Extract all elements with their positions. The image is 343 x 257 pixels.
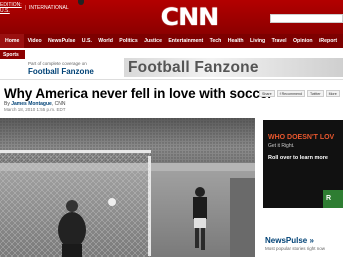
nav-item-home[interactable]: Home <box>0 34 25 48</box>
nav-item-us[interactable]: U.S. <box>79 34 95 48</box>
more-share-button[interactable]: More <box>325 90 340 97</box>
nav-item-politics[interactable]: Politics <box>116 34 141 48</box>
nav-item-newspulse[interactable]: NewsPulse <box>45 34 79 48</box>
advertisement[interactable]: WHO DOESN'T LOV Get it Right. Roll over … <box>263 120 343 208</box>
nav-item-video[interactable]: Video <box>24 34 44 48</box>
article-headline: Why America never fell in love with socc… <box>4 86 273 101</box>
edition-selector: EDITION: U.S. | INTERNATIONAL <box>0 2 69 14</box>
ad-subline: Get it Right. <box>268 143 295 149</box>
top-header: EDITION: U.S. | INTERNATIONAL CNN <box>0 0 343 34</box>
ad-badge-text: R <box>326 195 332 202</box>
recommend-button[interactable]: f Recommend <box>276 90 305 97</box>
edition-us-link[interactable]: EDITION: U.S. <box>0 2 22 14</box>
nav-item-tech[interactable]: Tech <box>206 34 224 48</box>
ad-headline: WHO DOESN'T LOV <box>268 134 335 141</box>
nav-item-ireport[interactable]: iReport <box>316 34 341 48</box>
coverage-label: Part of complete coverage on <box>28 61 87 66</box>
dropdown-tab-icon[interactable] <box>78 0 84 5</box>
edition-international-link[interactable]: INTERNATIONAL <box>29 5 69 11</box>
article-photo <box>0 118 255 257</box>
fanzone-link[interactable]: Football Fanzone <box>28 67 94 76</box>
section-tab-sports[interactable]: Sports <box>0 50 25 59</box>
cnn-logo[interactable]: CNN <box>160 2 219 32</box>
edition-separator: | <box>24 5 26 11</box>
main-nav: Home Video NewsPulse U.S. World Politics… <box>0 34 343 48</box>
nav-item-living[interactable]: Living <box>247 34 269 48</box>
nav-item-world[interactable]: World <box>95 34 116 48</box>
ad-cta[interactable]: Roll over to learn more <box>268 155 328 161</box>
share-bar: Share f Recommend Twitter More <box>259 90 340 97</box>
section-subnav: Sports Part of complete coverage on Foot… <box>0 48 343 80</box>
cnn-logo-text: CNN <box>160 3 219 31</box>
nav-item-health[interactable]: Health <box>225 34 247 48</box>
nav-item-entertainment[interactable]: Entertainment <box>165 34 206 48</box>
nav-item-opinion[interactable]: Opinion <box>290 34 316 48</box>
twitter-button[interactable]: Twitter <box>306 90 324 97</box>
fanzone-banner[interactable]: Football Fanzone <box>124 58 343 77</box>
search-input[interactable] <box>270 14 343 23</box>
article-date: March 18, 2010 1:55 p.m. EDT <box>4 107 66 112</box>
nav-item-justice[interactable]: Justice <box>141 34 165 48</box>
newspulse-subtitle: Most popular stories right now <box>265 246 326 251</box>
share-button[interactable]: Share <box>259 90 275 97</box>
newspulse-title[interactable]: NewsPulse » <box>265 236 314 245</box>
nav-item-travel[interactable]: Travel <box>268 34 289 48</box>
soccer-goal-photo <box>0 118 255 257</box>
ad-badge: R <box>323 190 343 208</box>
fanzone-banner-text: Football Fanzone <box>128 59 259 76</box>
